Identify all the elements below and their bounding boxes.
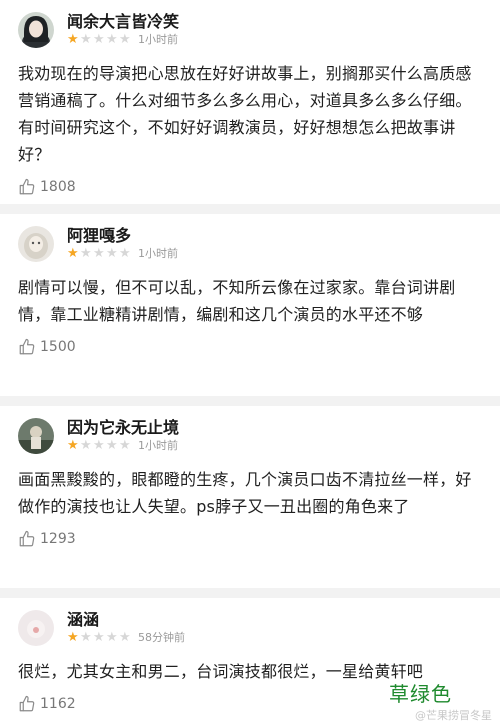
- avatar[interactable]: [18, 418, 54, 454]
- star-icon: ★: [106, 437, 118, 453]
- thumbs-up-icon: [19, 530, 35, 547]
- avatar[interactable]: [18, 12, 54, 48]
- like-button[interactable]: 1293: [18, 529, 482, 549]
- rating-row: ★ ★ ★ ★ ★ 1小时前: [67, 32, 178, 47]
- review-header: 因为它永无止境 ★ ★ ★ ★ ★ 1小时前: [18, 406, 482, 466]
- overlay-caption: 草绿色: [389, 682, 452, 706]
- star-icon: ★: [119, 437, 131, 453]
- like-count: 1500: [40, 339, 76, 355]
- avatar[interactable]: [18, 610, 54, 646]
- like-count: 1293: [40, 531, 76, 547]
- review-card: 闻余大言皆冷笑 ★ ★ ★ ★ ★ 1小时前 我劝现在的导演把心思放在好好讲故事上，别搁…: [0, 0, 500, 204]
- like-button[interactable]: 1808: [18, 177, 482, 197]
- star-icon: ★: [93, 31, 105, 47]
- review-text: 剧情可以慢，但不可以乱，不知所云像在过家家。靠台词讲剧情，靠工业糖精讲剧情，编剧…: [18, 278, 456, 324]
- watermark: @芒果捞冒冬星: [415, 709, 492, 722]
- review-time: 1小时前: [138, 33, 178, 46]
- star-icon: ★: [93, 629, 105, 645]
- review-time: 1小时前: [138, 439, 178, 452]
- rating-row: ★ ★ ★ ★ ★ 1小时前: [67, 438, 178, 453]
- username[interactable]: 闻余大言皆冷笑: [67, 8, 179, 32]
- star-icon: ★: [67, 629, 79, 645]
- star-icon: ★: [80, 437, 92, 453]
- review-card: 因为它永无止境 ★ ★ ★ ★ ★ 1小时前 画面黑黢黢的，眼都瞪的生疼，几个演员口齿不…: [0, 406, 500, 588]
- username[interactable]: 因为它永无止境: [67, 414, 179, 438]
- thumbs-up-icon: [19, 695, 35, 712]
- review-time: 58分钟前: [138, 631, 185, 644]
- like-button[interactable]: 1500: [18, 337, 482, 357]
- username[interactable]: 阿狸嘎多: [67, 222, 131, 246]
- rating-row: ★ ★ ★ ★ ★ 58分钟前: [67, 630, 185, 645]
- star-icon: ★: [80, 629, 92, 645]
- star-icon: ★: [119, 31, 131, 47]
- star-icon: ★: [93, 245, 105, 261]
- thumbs-up-icon: [19, 178, 35, 195]
- rating-row: ★ ★ ★ ★ ★ 1小时前: [67, 246, 178, 261]
- star-rating: ★ ★ ★ ★ ★: [67, 631, 132, 644]
- thumbs-up-icon: [19, 338, 35, 355]
- review-time: 1小时前: [138, 247, 178, 260]
- review-card: 涵涵 ★ ★ ★ ★ ★ 58分钟前 很烂，尤其女主和男二，台词演技都很烂，一星给黄轩吧…: [0, 598, 500, 727]
- like-count: 1162: [40, 696, 76, 712]
- review-text: 画面黑黢黢的，眼都瞪的生疼，几个演员口齿不清拉丝一样，好做作的演技也让人失望。p…: [18, 470, 472, 516]
- star-icon: ★: [80, 31, 92, 47]
- review-header: 闻余大言皆冷笑 ★ ★ ★ ★ ★ 1小时前: [18, 0, 482, 60]
- star-rating: ★ ★ ★ ★ ★: [67, 439, 132, 452]
- star-icon: ★: [106, 629, 118, 645]
- review-card: 阿狸嘎多 ★ ★ ★ ★ ★ 1小时前 剧情可以慢，但不可以乱，不知所云像在过家家。靠台…: [0, 214, 500, 396]
- star-icon: ★: [67, 31, 79, 47]
- review-text: 我劝现在的导演把心思放在好好讲故事上，别搁那买什么高质感营销通稿了。什么对细节多…: [18, 64, 472, 164]
- star-icon: ★: [106, 245, 118, 261]
- review-header: 阿狸嘎多 ★ ★ ★ ★ ★ 1小时前: [18, 214, 482, 274]
- avatar[interactable]: [18, 226, 54, 262]
- star-icon: ★: [106, 31, 118, 47]
- star-rating: ★ ★ ★ ★ ★: [67, 33, 132, 46]
- star-icon: ★: [67, 245, 79, 261]
- review-header: 涵涵 ★ ★ ★ ★ ★ 58分钟前: [18, 598, 482, 658]
- star-icon: ★: [119, 245, 131, 261]
- star-icon: ★: [80, 245, 92, 261]
- star-icon: ★: [93, 437, 105, 453]
- star-icon: ★: [119, 629, 131, 645]
- like-count: 1808: [40, 179, 76, 195]
- username[interactable]: 涵涵: [67, 606, 99, 630]
- star-rating: ★ ★ ★ ★ ★: [67, 247, 132, 260]
- star-icon: ★: [67, 437, 79, 453]
